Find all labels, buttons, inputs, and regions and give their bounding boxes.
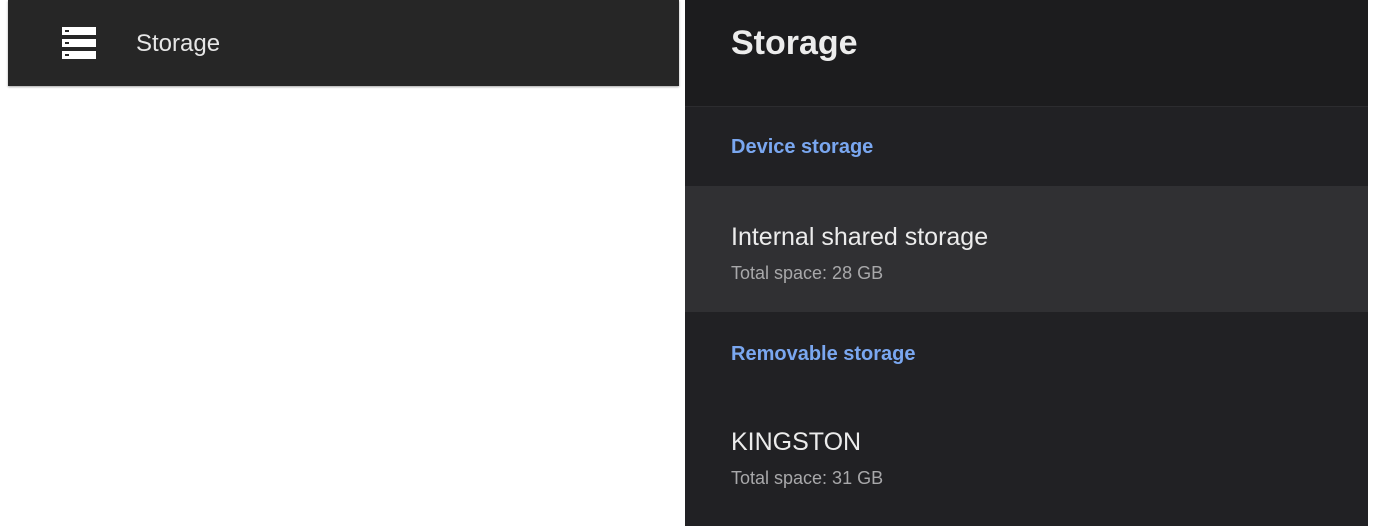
storage-item-title: Internal shared storage (731, 223, 989, 251)
storage-panel: Storage Device storage Internal shared s… (685, 0, 1368, 526)
storage-item-title: KINGSTON (731, 428, 862, 456)
kingston-storage-item[interactable]: KINGSTON Total space: 31 GB (685, 391, 1368, 517)
storage-item-subtitle: Total space: 31 GB (731, 468, 884, 488)
internal-shared-storage-item[interactable]: Internal shared storage Total space: 28 … (685, 186, 1368, 312)
storage-item-subtitle: Total space: 28 GB (731, 263, 884, 283)
left-pane: Storage (0, 0, 679, 526)
storage-icon (62, 27, 96, 59)
panel-title: Storage (731, 24, 858, 62)
storage-menu-item[interactable]: Storage (8, 0, 679, 86)
section-header-device-storage: Device storage (731, 136, 874, 158)
panel-header: Storage (685, 0, 1368, 107)
storage-menu-label: Storage (136, 30, 221, 57)
section-header-removable-storage: Removable storage (731, 343, 916, 365)
